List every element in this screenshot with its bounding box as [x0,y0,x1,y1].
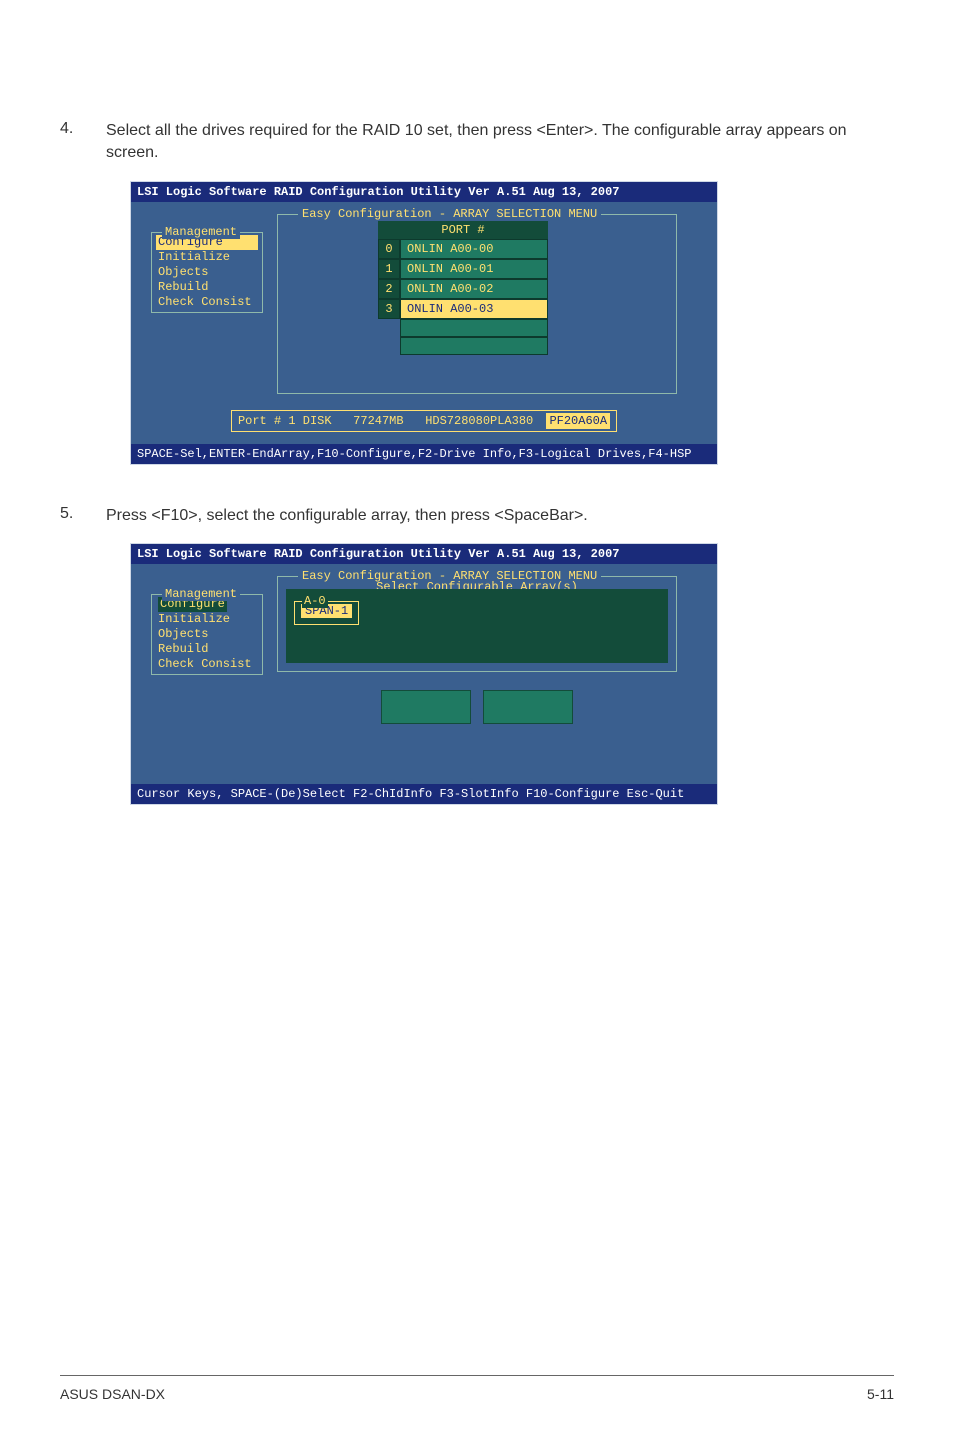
bios1-port-idx-3: 3 [378,299,400,319]
bios1-port-cell-2: ONLIN A00-02 [400,279,548,299]
bios1-status-id: PF20A60A [546,413,610,429]
bios2-empty-1 [381,690,471,724]
bios2-body: Management Configure Initialize Objects … [131,564,717,784]
bios1-port-table: PORT # 0 ONLIN A00-00 1 ONLIN A00-01 2 O… [378,221,548,355]
bios1-menu-objects[interactable]: Objects [156,265,258,280]
step-4: 4. Select all the drives required for th… [60,120,894,165]
step-4-text: Select all the drives required for the R… [106,120,894,165]
bios1-mid-legend: Easy Configuration - ARRAY SELECTION MEN… [298,207,601,221]
bios1-status-port: Port # 1 DISK [238,414,332,428]
step-5-text: Press <F10>, select the configurable arr… [106,505,588,527]
bios2-a0-legend: A-0 [302,594,328,608]
bios1-drive-status: Port # 1 DISK 77247MB HDS728080PLA380 PF… [224,410,624,432]
bios1-menu-check-consist[interactable]: Check Consist [156,295,258,310]
bios1-port-idx-1: 1 [378,259,400,279]
bios1-status-inner: Port # 1 DISK 77247MB HDS728080PLA380 PF… [231,410,617,432]
bios-screenshot-2: LSI Logic Software RAID Configuration Ut… [130,543,718,805]
bios1-port-header: PORT # [378,221,548,239]
bios1-port-row-3[interactable]: 3 ONLIN A00-03 [378,299,548,319]
bios1-empty-cell-1 [400,319,548,337]
bios1-menu-legend: Management [162,225,240,239]
bios2-menu-objects[interactable]: Objects [156,627,258,642]
bios1-port-row-1[interactable]: 1 ONLIN A00-01 [378,259,548,279]
bios2-empty-2 [483,690,573,724]
bios2-footer-hints: Cursor Keys, SPACE-(De)Select F2-ChIdInf… [131,784,717,804]
footer-left: ASUS DSAN-DX [60,1386,165,1402]
bios1-menu-initialize[interactable]: Initialize [156,250,258,265]
bios2-empty-slots [381,690,573,724]
bios2-select-area: A-0 SPAN-1 [286,589,668,663]
bios1-array-selection-panel: Easy Configuration - ARRAY SELECTION MEN… [277,214,677,394]
bios2-array-selection-panel: Easy Configuration - ARRAY SELECTION MEN… [277,576,677,672]
bios2-menu-initialize[interactable]: Initialize [156,612,258,627]
bios2-menu-legend: Management [162,587,240,601]
bios2-management-menu: Management Configure Initialize Objects … [151,594,263,675]
step-5-number: 5. [60,505,106,527]
bios1-body: Management Configure Initialize Objects … [131,202,717,444]
bios1-empty-cell-2 [400,337,548,355]
bios-screenshot-1: LSI Logic Software RAID Configuration Ut… [130,181,718,465]
bios1-status-size: 77247MB [353,414,403,428]
bios1-port-row-0[interactable]: 0 ONLIN A00-00 [378,239,548,259]
page-footer: ASUS DSAN-DX 5-11 [60,1375,894,1402]
bios1-port-idx-0: 0 [378,239,400,259]
bios2-menu-rebuild[interactable]: Rebuild [156,642,258,657]
bios1-status-model: HDS728080PLA380 [425,414,533,428]
bios1-menu-rebuild[interactable]: Rebuild [156,280,258,295]
bios2-menu-check-consist[interactable]: Check Consist [156,657,258,672]
bios1-port-idx-2: 2 [378,279,400,299]
bios2-titlebar: LSI Logic Software RAID Configuration Ut… [131,544,717,564]
bios1-port-row-empty2 [378,337,548,355]
bios1-port-cell-0: ONLIN A00-00 [400,239,548,259]
step-5: 5. Press <F10>, select the configurable … [60,505,894,527]
step-4-number: 4. [60,120,106,165]
footer-right: 5-11 [867,1386,894,1402]
bios2-array-a0[interactable]: A-0 SPAN-1 [294,601,359,625]
bios1-port-cell-3: ONLIN A00-03 [400,299,548,319]
bios1-footer-hints: SPACE-Sel,ENTER-EndArray,F10-Configure,F… [131,444,717,464]
bios1-titlebar: LSI Logic Software RAID Configuration Ut… [131,182,717,202]
bios1-port-cell-1: ONLIN A00-01 [400,259,548,279]
bios1-port-row-2[interactable]: 2 ONLIN A00-02 [378,279,548,299]
bios1-port-row-empty1 [378,319,548,337]
bios1-management-menu: Management Configure Initialize Objects … [151,232,263,313]
